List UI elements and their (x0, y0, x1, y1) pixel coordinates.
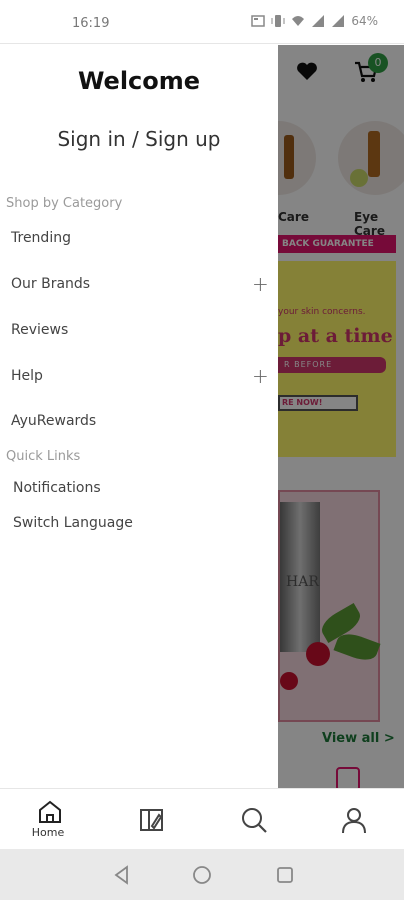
drawer-item-notifications[interactable]: Notifications (0, 472, 278, 506)
drawer-item-label: Reviews (11, 322, 69, 338)
drawer-item-trending[interactable]: Trending (0, 222, 278, 256)
nav-account[interactable] (303, 789, 404, 850)
recents-icon[interactable] (273, 863, 297, 887)
sign-in-link[interactable]: Sign in / Sign up (0, 127, 278, 151)
drawer-item-ayurewards[interactable]: AyuRewards (0, 405, 278, 439)
drawer-item-switch-language[interactable]: Switch Language (0, 507, 278, 541)
signal-icon-2 (332, 15, 345, 27)
expand-plus-icon[interactable]: + (252, 364, 269, 388)
system-navigation-bar (0, 849, 404, 900)
navigation-drawer: Welcome Sign in / Sign up Shop by Catego… (0, 45, 278, 788)
home-icon (39, 800, 61, 823)
drawer-scrim[interactable] (278, 45, 404, 788)
search-icon (242, 808, 267, 833)
drawer-item-help[interactable]: Help + (0, 360, 278, 394)
nav-home[interactable]: Home (0, 789, 101, 850)
nav-search[interactable] (202, 789, 303, 850)
drawer-item-label: Notifications (13, 480, 101, 496)
account-icon (342, 808, 366, 834)
status-icons: 64% (251, 14, 378, 28)
drawer-item-label: Trending (11, 230, 71, 246)
status-bar: 16:19 64% (0, 0, 404, 44)
nav-catalog[interactable] (101, 789, 202, 850)
welcome-title: Welcome (77, 67, 201, 95)
quick-links-heading: Quick Links (6, 449, 81, 464)
signal-icon (312, 15, 325, 27)
back-icon[interactable] (110, 863, 134, 887)
drawer-item-label: AyuRewards (11, 413, 97, 429)
vibrate-icon (271, 15, 285, 27)
nav-home-label: Home (31, 826, 65, 839)
battery-level: 64% (351, 14, 378, 28)
wifi-icon (292, 16, 305, 26)
drawer-item-label: Switch Language (13, 515, 133, 531)
home-circle-icon[interactable] (190, 863, 214, 887)
notification-icon (251, 15, 266, 27)
shop-by-category-heading: Shop by Category (6, 196, 123, 211)
drawer-item-our-brands[interactable]: Our Brands + (0, 268, 278, 302)
status-time: 16:19 (72, 16, 110, 31)
bottom-navigation: Home (0, 788, 404, 849)
drawer-item-label: Help (11, 368, 43, 384)
drawer-item-label: Our Brands (11, 276, 91, 292)
drawer-item-reviews[interactable]: Reviews (0, 314, 278, 348)
catalog-icon (140, 809, 163, 831)
expand-plus-icon[interactable]: + (252, 272, 269, 296)
